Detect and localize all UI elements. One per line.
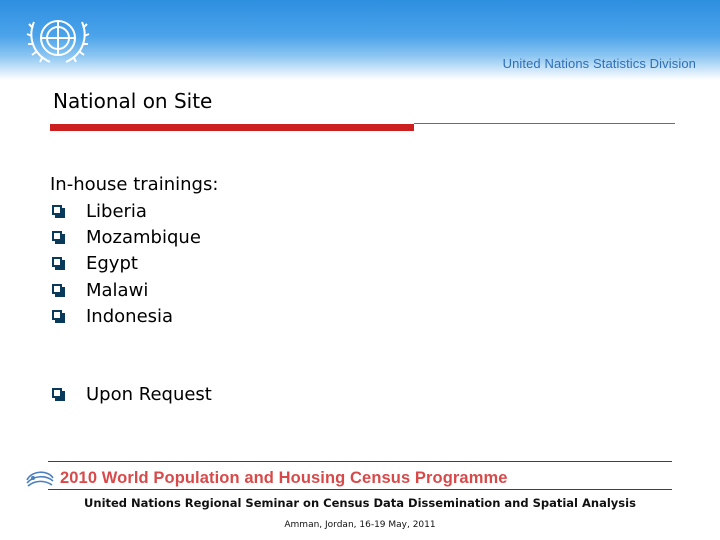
slide-content: In-house trainings: Liberia Mozambique E… xyxy=(50,172,218,329)
list-item: Indonesia xyxy=(50,303,218,329)
square-bullet-icon xyxy=(52,309,65,323)
list-item-upon-request: Upon Request xyxy=(50,381,212,407)
slide-title: National on Site xyxy=(53,89,213,113)
list-item-label: Egypt xyxy=(86,253,138,275)
list-item-label: Upon Request xyxy=(86,383,212,405)
list-item: Malawi xyxy=(50,277,218,303)
footer-divider-top xyxy=(48,461,672,462)
census-programme-banner: 2010 World Population and Housing Census… xyxy=(60,469,508,487)
header-banner: United Nations Statistics Division xyxy=(0,0,720,80)
list-item-label: Liberia xyxy=(86,200,147,222)
list-item-label: Mozambique xyxy=(86,226,201,248)
list-item: Mozambique xyxy=(50,224,218,250)
list-item-label: Malawi xyxy=(86,279,149,301)
list-item: Liberia xyxy=(50,198,218,224)
square-bullet-icon xyxy=(52,387,65,401)
org-name: United Nations Statistics Division xyxy=(502,56,696,71)
intro-text: In-house trainings: xyxy=(50,174,219,195)
square-bullet-icon xyxy=(52,257,65,271)
square-bullet-icon xyxy=(52,230,65,244)
un-emblem-icon xyxy=(26,20,90,63)
seminar-location: Amman, Jordan, 16-19 May, 2011 xyxy=(284,520,436,530)
square-bullet-icon xyxy=(52,204,65,218)
census-programme-logo-icon xyxy=(26,471,54,487)
list-item: Egypt xyxy=(50,251,218,277)
seminar-title: United Nations Regional Seminar on Censu… xyxy=(84,496,636,510)
square-bullet-icon xyxy=(52,283,65,297)
list-item-label: Indonesia xyxy=(86,305,174,327)
footer-divider-bottom xyxy=(48,489,672,490)
title-underline-thin xyxy=(414,123,675,124)
title-underline-accent xyxy=(50,124,414,131)
